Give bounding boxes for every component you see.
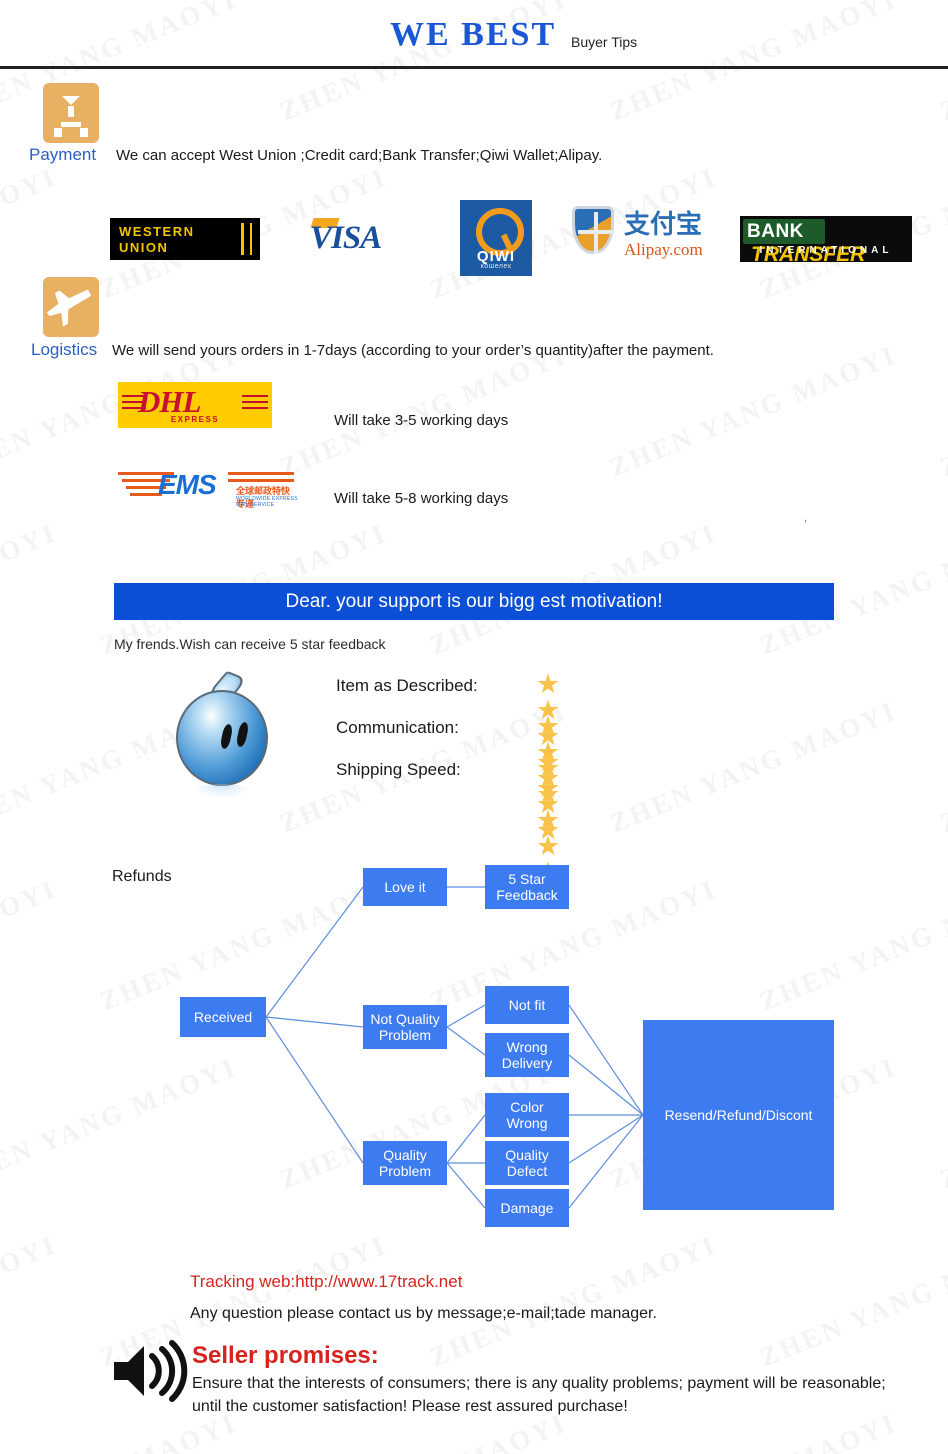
flow-edge [265,886,364,1018]
dhl-sub: EXPRESS [170,415,220,424]
alipay-domain: Alipay.com [624,240,703,259]
support-banner-text: Dear. your support is our bigg est motiv… [285,591,663,612]
dhl-logo: DHL EXPRESS [118,382,272,428]
western-union-logo: WESTERN UNION [110,218,260,260]
flow-node-not-fit: Not fit [485,986,569,1024]
payment-section-label: Payment [29,145,97,164]
bank-transfer-sub: INTERNATIONAL [759,245,893,256]
page-header: WE BEST Buyer Tips [0,0,948,66]
western-union-line1: WESTERN [119,224,195,239]
speaker-icon [110,1340,188,1402]
flow-edge [446,1026,486,1056]
star-icon: ★ [536,779,561,809]
feedback-note: My frends.Wish can receive 5 star feedba… [114,636,386,652]
bank-word: BANK [747,221,804,242]
logistics-section-label: Logistics [31,340,98,359]
bank-transfer-logo: BANKTRANSFER INTERNATIONAL [740,216,912,266]
flow-edge [568,1114,644,1209]
seller-promise-title: Seller promises: [192,1342,379,1369]
star-icon: ★ [536,805,561,835]
flow-edge [568,1114,644,1164]
rating-label: Shipping Speed: [336,760,461,779]
bank-transfer-words: BANKTRANSFER [747,221,912,267]
flow-node-quality: Quality Problem [363,1141,447,1185]
dhl-delivery-note: Will take 3-5 working days [334,412,509,429]
avatar-reflection [194,784,250,798]
refunds-flowchart: Received Love it 5 Star Feedback Not Quality… [0,855,948,1235]
ems-wordmark: EMS [158,469,217,500]
flow-node-wrong-del: Wrong Delivery [485,1033,569,1077]
flow-node-resend: Resend/Refund/Discont [643,1020,834,1210]
payment-logos: WESTERN UNION VISA QIWI кошелек 支付宝 Alip… [110,200,912,278]
western-union-line2: UNION [119,240,169,255]
star-icon: ★ [536,669,561,699]
flow-edge [265,1016,364,1028]
seller-promise-body: Ensure that the interests of consumers; … [192,1375,886,1416]
alipay-logo: 支付宝 Alipay.com [572,206,722,268]
airplane-icon [43,277,99,337]
flow-node-qual-defect: Quality Defect [485,1141,569,1185]
flow-node-love-it: Love it [363,868,447,906]
flow-edge [446,1114,486,1164]
ems-delivery-note: Will take 5-8 working days [334,490,509,507]
visa-logo: VISA [296,218,446,260]
brand-title: WE BEST [390,16,557,53]
star-icon: ★ [536,711,561,741]
flow-node-damage: Damage [485,1189,569,1227]
flow-node-color-wrong: Color Wrong [485,1093,569,1137]
flow-edge [446,1004,486,1028]
shield-cross-horizontal [578,230,614,234]
qiwi-logo: QIWI кошелек [460,200,532,276]
payment-section-text: We can accept West Union ;Credit card;Ba… [116,147,603,164]
ems-logo: EMS 全球邮政特快专递 WORLDWIDE EXPRESS MAIL SERV… [118,469,298,512]
western-union-bar [241,223,244,255]
flow-node-received: Received [180,997,266,1037]
contact-note: Any question please contact us by messag… [190,1305,657,1322]
stray-mark: , [804,512,808,524]
support-banner: Dear. your support is our bigg est motiv… [114,583,834,620]
flow-node-five-star: 5 Star Feedback [485,865,569,909]
logistics-section-text: We will send yours orders in 1-7days (ac… [112,342,714,359]
visa-wordmark: VISA [310,220,382,256]
package-box-icon [43,83,99,143]
ems-english-text: WORLDWIDE EXPRESS MAIL SERVICE [236,496,298,508]
header-divider [0,66,948,69]
star-icon: ★ [536,753,561,783]
page-subtitle: Buyer Tips [571,34,638,50]
tracking-link[interactable]: Tracking web:http://www.17track.net [190,1272,462,1292]
rating-label: Item as Described: [336,676,478,695]
blue-face-avatar [172,670,272,798]
rating-label: Communication: [336,718,459,737]
flow-edge [265,1016,364,1164]
western-union-bar-thin [250,223,252,255]
flow-node-not-quality: Not Quality Problem [363,1005,447,1049]
flow-edge [568,1004,644,1116]
alipay-shield-icon [572,206,614,254]
page-root: WE BEST Buyer Tips Payment We can accept… [0,0,948,1454]
qiwi-sub: кошелек [480,263,512,270]
flow-edge [446,1162,486,1209]
flow-edge [568,1054,644,1116]
alipay-chinese-mark: 支付宝 [624,210,703,240]
